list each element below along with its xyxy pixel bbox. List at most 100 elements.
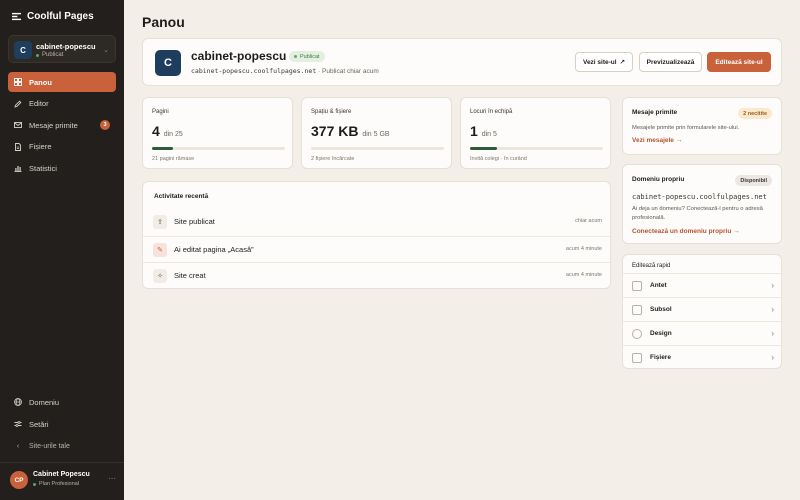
sidebar-item-label: Statistici	[29, 163, 57, 173]
user-profile[interactable]: CP Cabinet Popescu Plan Profesional ⋯	[10, 471, 116, 489]
sidebar-item-label: Panou	[29, 77, 52, 87]
activity-item[interactable]: ✎ Ai editat pagina „Acasă” acum 4 minute	[143, 236, 612, 262]
chevron-right-icon: ›	[771, 305, 774, 314]
quick-edit-label: Subsol	[650, 306, 672, 313]
chart-icon	[14, 164, 22, 173]
site-name: cabinet-popescu	[191, 49, 287, 63]
stat-value-number: 1	[470, 123, 478, 139]
site-switcher[interactable]: C cabinet-popescu Publicat ⌄	[8, 35, 116, 63]
preview-button[interactable]: Previzualizează	[639, 52, 702, 72]
brand-name: Coolful Pages	[27, 11, 94, 22]
avatar: CP	[10, 471, 28, 489]
activity-time: chiar acum	[575, 218, 602, 224]
chevron-right-icon: ›	[771, 353, 774, 362]
stat-value-suffix: din 25	[163, 131, 183, 138]
stat-note: Invită colegi · în curând	[470, 156, 527, 162]
stat-progress-bar	[470, 147, 603, 150]
stat-value-number: 377 KB	[311, 123, 359, 139]
sliders-icon	[14, 420, 22, 428]
status-badge-label: Publicat	[300, 53, 320, 60]
mail-icon	[14, 121, 22, 129]
status-dot-icon	[294, 55, 297, 58]
globe-icon	[14, 398, 22, 406]
stat-progress-fill	[152, 147, 174, 150]
domain-title: Domeniu propriu	[632, 176, 685, 183]
messages-desc: Mesajele primite prin formularele site-u…	[632, 125, 740, 131]
quick-edit-label: Antet	[650, 282, 667, 289]
activity-time: acum 4 minute	[565, 246, 602, 252]
user-plan: Plan Profesional	[33, 481, 79, 487]
stat-card-team: Locuri în echipă 1 din 5 Invită colegi ·…	[460, 97, 611, 169]
stat-value-number: 4	[152, 123, 160, 139]
activity-text: Ai editat pagina „Acasă”	[174, 245, 254, 254]
site-switcher-name: cabinet-popescu	[36, 42, 96, 51]
sidebar-item-mesaje[interactable]: Mesaje primite 3	[8, 115, 116, 135]
site-avatar: C	[155, 50, 181, 76]
site-avatar: C	[14, 41, 32, 59]
domain-url: cabinet-popescu.coolfulpages.net	[632, 193, 767, 201]
quick-edit-item-subsol[interactable]: Subsol ›	[623, 297, 783, 321]
stat-label: Locuri în echipă	[470, 109, 513, 115]
user-name: Cabinet Popescu	[33, 471, 90, 478]
activity-time: acum 4 minute	[565, 272, 602, 278]
sidebar-item-label: Mesaje primite	[29, 120, 78, 130]
site-url-line: cabinet-popescu.coolfulpages.net · Publi…	[191, 67, 379, 75]
brand[interactable]: Coolful Pages	[12, 11, 94, 22]
sidebar-item-label: Setări	[29, 419, 49, 429]
activity-text: Site creat	[174, 271, 206, 280]
quick-edit-item-fisiere[interactable]: Fișiere ›	[623, 345, 783, 369]
sidebar-item-editor[interactable]: Editor	[8, 94, 116, 114]
stat-note: 21 pagini rămase	[152, 156, 195, 162]
stat-card-pages: Pagini 4 din 25 21 pagini rămase	[142, 97, 293, 169]
unread-count-badge: 3	[100, 120, 110, 131]
edit-site-button[interactable]: Editează site-ul	[707, 52, 771, 72]
messages-card: Mesaje primite 2 necitite Mesajele primi…	[622, 97, 782, 155]
quick-edit-item-design[interactable]: Design ›	[623, 321, 783, 345]
sparkle-icon: ✧	[153, 269, 167, 283]
sidebar-item-statistici[interactable]: Statistici	[8, 158, 116, 178]
quick-edit-title: Editează rapid	[632, 263, 671, 269]
sidebar-item-label: Domeniu	[29, 397, 60, 407]
quick-edit-item-antet[interactable]: Antet ›	[623, 273, 783, 297]
sidebar-item-setari[interactable]: Setări	[8, 414, 116, 434]
activity-text: Site publicat	[174, 217, 215, 226]
view-site-button[interactable]: Vezi site-ul ↗	[575, 52, 633, 72]
status-badge: Publicat	[289, 51, 325, 62]
view-site-label: Vezi site-ul	[582, 58, 617, 66]
pencil-icon	[14, 100, 22, 108]
domain-desc: Ai deja un domeniu? Conectează-l pentru …	[632, 206, 763, 221]
sidebar-item-domeniu[interactable]: Domeniu	[8, 392, 116, 412]
sidebar-item-fisiere[interactable]: Fișiere	[8, 137, 116, 157]
quick-edit-label: Design	[650, 330, 672, 337]
stat-progress-bar	[152, 147, 285, 150]
custom-domain-card: Domeniu propriu Disponibil cabinet-popes…	[622, 164, 782, 244]
stat-label: Spațiu & fișiere	[311, 109, 352, 115]
footer-icon	[632, 305, 642, 315]
stat-value: 377 KB din 5 GB	[311, 123, 390, 139]
header-icon	[632, 281, 642, 291]
file-icon	[14, 142, 22, 151]
sidebar-item-site-urile-tale[interactable]: ‹ Site-urile tale	[8, 436, 116, 456]
status-dot-icon	[36, 53, 39, 57]
activity-item[interactable]: ✧ Site creat acum 4 minute	[143, 262, 612, 288]
page-title: Panou	[142, 14, 185, 30]
more-options-icon[interactable]: ⋯	[108, 474, 116, 483]
sidebar-item-label: Editor	[29, 99, 49, 109]
sidebar-item-panou[interactable]: Panou	[8, 72, 116, 92]
activity-title: Activitate recentă	[154, 193, 209, 200]
stat-progress-bar	[311, 147, 444, 150]
sidebar: Coolful Pages C cabinet-popescu Publicat…	[0, 0, 124, 500]
stat-value: 1 din 5	[470, 123, 497, 139]
stat-progress-fill	[470, 147, 497, 150]
view-messages-link[interactable]: Vezi mesajele →	[632, 137, 682, 144]
site-switcher-status-label: Publicat	[42, 52, 64, 58]
activity-item[interactable]: ⇪ Site publicat chiar acum	[143, 209, 612, 235]
unread-badge: 2 necitite	[738, 108, 772, 119]
site-switcher-status: Publicat	[36, 52, 63, 58]
preview-label: Previzualizează	[646, 58, 695, 66]
site-overview-card: C cabinet-popescu Publicat cabinet-popes…	[142, 38, 782, 86]
connect-domain-link[interactable]: Conectează un domeniu propriu →	[632, 228, 740, 235]
upload-icon: ⇪	[153, 215, 167, 229]
chevron-left-icon: ‹	[16, 442, 20, 450]
grid-icon	[14, 78, 22, 86]
